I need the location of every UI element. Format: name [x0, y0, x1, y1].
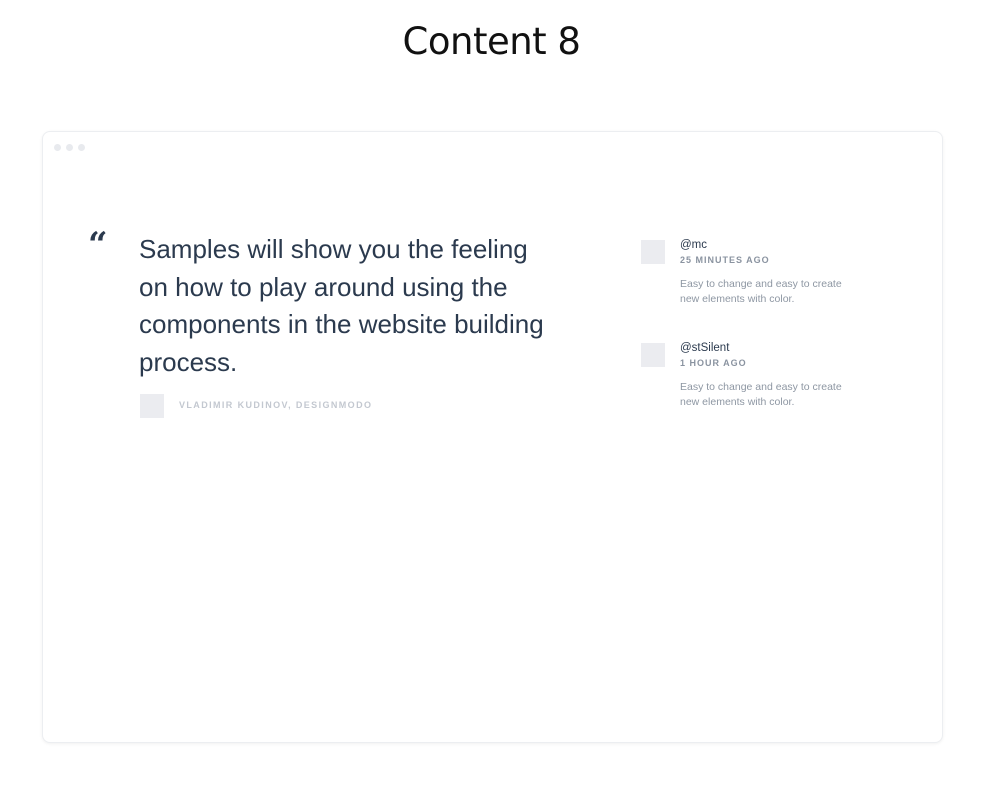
comment-username[interactable]: @mc [680, 239, 707, 251]
comment-avatar [641, 240, 665, 264]
window-controls [54, 144, 85, 151]
testimonial-quote: Samples will show you the feeling on how… [139, 234, 544, 377]
comment-avatar [641, 343, 665, 367]
window-dot-minimize [66, 144, 73, 151]
comment-text: Easy to change and easy to create new el… [680, 278, 842, 305]
comment-timestamp: 1 HOUR AGO [680, 358, 747, 368]
comment-text: Easy to change and easy to create new el… [680, 381, 842, 408]
author-name: VLADIMIR KUDINOV, DESIGNMODO [179, 400, 373, 410]
window-dot-maximize [78, 144, 85, 151]
quote-mark-icon: “ [88, 225, 108, 265]
browser-window-frame: “ Samples will show you the feeling on h… [42, 131, 943, 743]
window-dot-close [54, 144, 61, 151]
page-title: Content 8 [402, 20, 581, 63]
comment-username[interactable]: @stSilent [680, 342, 729, 354]
author-avatar [140, 394, 164, 418]
comment-timestamp: 25 MINUTES AGO [680, 255, 770, 265]
